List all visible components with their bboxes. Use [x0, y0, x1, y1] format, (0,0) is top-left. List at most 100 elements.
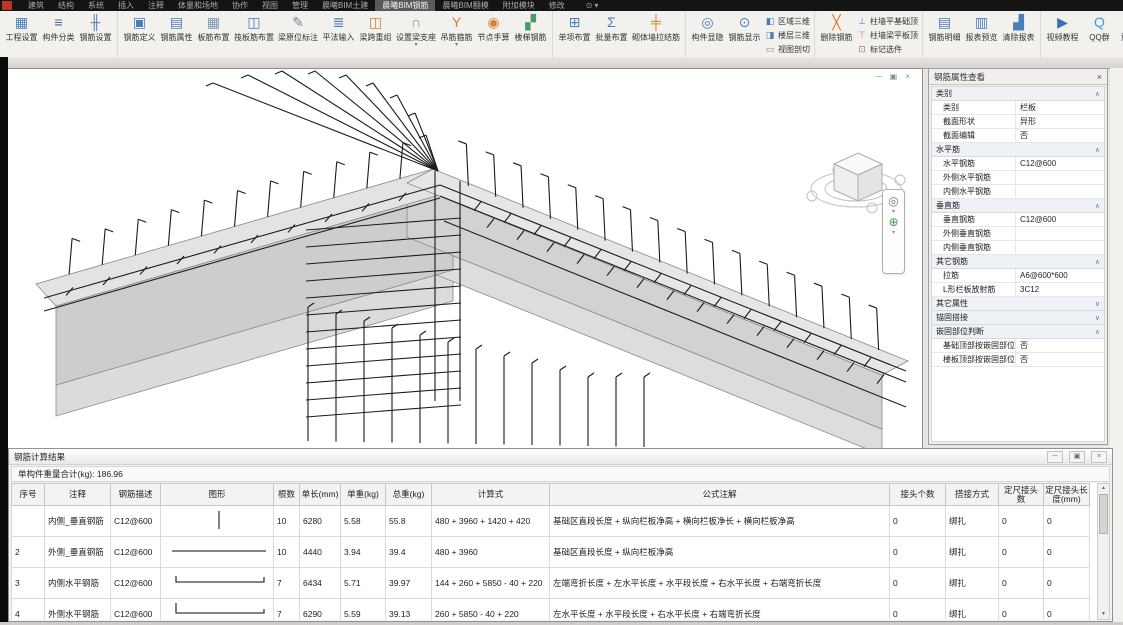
ribbon-button[interactable]: ▣钢筋定义	[121, 13, 158, 43]
menu-tab[interactable]: 建筑	[21, 0, 51, 11]
ribbon-button[interactable]: ▥报表预览	[963, 13, 1000, 43]
column-header[interactable]: 钢筋描述	[111, 484, 161, 506]
cell-fixed_joint_length: 0	[1044, 568, 1090, 599]
ribbon-button[interactable]: Y吊筋箍筋▾	[438, 13, 475, 48]
ribbon-button[interactable]: ⊙钢筋显示	[726, 13, 763, 43]
ribbon-small-button[interactable]: ◨楼层三维	[765, 28, 810, 42]
cell-no: 1	[12, 506, 45, 537]
menu-tabs: 建筑结构系统插入注释体量和场地协作视图管理晨曦BIM土建晨曦BIM钢筋晨曦BIM…	[21, 0, 572, 11]
column-header[interactable]: 计算式	[432, 484, 550, 506]
ribbon-small-button[interactable]: ⊡标记选件	[857, 42, 918, 56]
ribbon-button[interactable]: ⊞单项布置	[556, 13, 593, 43]
ribbon-button[interactable]: QQQ群	[1081, 13, 1118, 43]
property-row: 截面形状异形	[932, 115, 1104, 129]
property-group-header[interactable]: 类别∧	[932, 87, 1104, 101]
column-header[interactable]: 总重(kg)	[386, 484, 432, 506]
property-group-header[interactable]: 垂直筋∧	[932, 199, 1104, 213]
property-group-header[interactable]: 水平筋∧	[932, 143, 1104, 157]
column-header[interactable]: 单重(kg)	[341, 484, 386, 506]
ribbon-button[interactable]: ◫筏板筋布置	[232, 13, 276, 43]
close-icon[interactable]: ×	[1091, 451, 1107, 463]
close-icon[interactable]: ×	[905, 72, 910, 81]
property-group-header[interactable]: 锚固搭接∨	[932, 311, 1104, 325]
ribbon-button[interactable]: ◎构件显隐	[689, 13, 726, 43]
menu-tab[interactable]: 修改	[542, 0, 572, 11]
scroll-down-icon[interactable]: ▼	[1101, 610, 1106, 619]
ribbon-small-button[interactable]: ⊥柱墙平基础顶	[857, 14, 918, 28]
ribbon-button[interactable]: ≡构件分类	[40, 13, 77, 43]
cell-fixed_joint_count: 0	[999, 506, 1044, 537]
viewport-3d[interactable]: ─ ▣ × ◎ ▾ ⊕ ▾	[8, 68, 923, 449]
table-row[interactable]: 1内侧_垂直钢筋C12@6001062805.5855.8480 + 3960 …	[12, 506, 1090, 537]
scroll-up-icon[interactable]: ▲	[1101, 484, 1106, 493]
restore-icon[interactable]: ▣	[1069, 451, 1085, 463]
menu-tab[interactable]: 晨曦BIM钢筋	[375, 0, 435, 11]
model-3d-view[interactable]	[8, 69, 922, 449]
column-header[interactable]: 注释	[45, 484, 111, 506]
column-header[interactable]: 搭接方式	[946, 484, 999, 506]
ribbon-button[interactable]: ▞楼梯钢筋	[512, 13, 549, 43]
cell-no: 4	[12, 599, 45, 621]
app-menu-icon[interactable]	[2, 1, 12, 10]
table-row[interactable]: 3内侧水平钢筋C12@600764345.7139.97144 + 260 + …	[12, 568, 1090, 599]
ribbon-button[interactable]: ◉节点手算	[475, 13, 512, 43]
menu-tab[interactable]: 协作	[225, 0, 255, 11]
cell-fixed_joint_count: 0	[999, 537, 1044, 568]
menu-tab[interactable]: 附加模块	[496, 0, 542, 11]
menu-tab[interactable]: 系统	[81, 0, 111, 11]
scrollbar-thumb[interactable]	[1099, 494, 1108, 534]
steering-wheel-icon[interactable]: ◎	[888, 195, 898, 208]
ribbon-small-button[interactable]: ◧区域三维	[765, 14, 810, 28]
menu-tab[interactable]: 插入	[111, 0, 141, 11]
ribbon-button[interactable]: ╪砌体墙拉结筋	[630, 13, 682, 43]
menu-tab[interactable]: 晨曦BIM土建	[315, 0, 375, 11]
menu-tab[interactable]: 结构	[51, 0, 81, 11]
chevron-down-icon[interactable]: ▾	[892, 230, 895, 236]
ribbon-button[interactable]: ✎意见反馈	[1118, 13, 1123, 43]
restore-icon[interactable]: ▣	[890, 72, 898, 81]
ribbon-button[interactable]: ▶视频教程	[1044, 13, 1081, 43]
menu-tab[interactable]: 管理	[285, 0, 315, 11]
ribbon-options[interactable]: ⊙▾	[586, 1, 599, 10]
column-header[interactable]: 图形	[161, 484, 274, 506]
ribbon-button[interactable]: ▦工程设置	[3, 13, 40, 43]
property-group-header[interactable]: 其它属性∨	[932, 297, 1104, 311]
ribbon-button[interactable]: Σ批量布置	[593, 13, 630, 43]
property-group-header[interactable]: 嵌固部位判断∧	[932, 325, 1104, 339]
ribbon-button[interactable]: ▤钢筋属性	[158, 13, 195, 43]
menu-tab[interactable]: 视图	[255, 0, 285, 11]
column-header[interactable]: 定尺接头数	[999, 484, 1044, 506]
ribbon-button[interactable]: ✎梁原位标注	[276, 13, 320, 43]
column-header[interactable]: 根数	[274, 484, 300, 506]
ribbon-button-icon: ◫	[369, 14, 382, 31]
column-header[interactable]: 单长(mm)	[300, 484, 341, 506]
ribbon-button[interactable]: ╳删除钢筋	[818, 13, 855, 43]
column-header[interactable]: 序号	[12, 484, 45, 506]
ribbon-button[interactable]: ▦板筋布置	[195, 13, 232, 43]
column-header[interactable]: 定尺接头长度(mm)	[1044, 484, 1090, 506]
ribbon-small-button[interactable]: ⊤柱墙梁平板顶	[857, 28, 918, 42]
ribbon-button[interactable]: ◫梁跨重组	[357, 13, 394, 43]
zoom-icon[interactable]: ⊕	[888, 216, 898, 229]
ribbon-button[interactable]: ▤钢筋明细	[926, 13, 963, 43]
table-row[interactable]: 4外侧水平钢筋C12@600762905.5939.13260 + 5850 -…	[12, 599, 1090, 621]
column-header[interactable]: 公式注解	[550, 484, 890, 506]
table-row[interactable]: 2外侧_垂直钢筋C12@6001044403.9439.4480 + 3960基…	[12, 537, 1090, 568]
menu-tab[interactable]: 晨曦BIM翻模	[435, 0, 495, 11]
ribbon-small-button[interactable]: ▭视图剖切	[765, 42, 810, 56]
column-header[interactable]: 接头个数	[890, 484, 946, 506]
menu-tab[interactable]: 注释	[141, 0, 171, 11]
minimize-icon[interactable]: ─	[876, 72, 882, 81]
ribbon-button[interactable]: ╫钢筋设置	[77, 13, 114, 43]
ribbon-button[interactable]: ≣平法输入	[320, 13, 357, 43]
cell-total_weight: 39.4	[386, 537, 432, 568]
minimize-icon[interactable]: ─	[1047, 451, 1063, 463]
ribbon-button[interactable]: ▟清除报表	[1000, 13, 1037, 43]
close-icon[interactable]: ×	[1097, 72, 1102, 82]
menu-tab[interactable]: 体量和场地	[171, 0, 225, 11]
property-group-header[interactable]: 其它钢筋∧	[932, 255, 1104, 269]
property-row: 截面编辑否	[932, 129, 1104, 143]
ribbon-button-icon: Y	[452, 14, 461, 31]
ribbon-button[interactable]: ∩设置梁支座▾	[394, 13, 438, 48]
vertical-scrollbar[interactable]: ▲ ▼	[1097, 483, 1110, 620]
